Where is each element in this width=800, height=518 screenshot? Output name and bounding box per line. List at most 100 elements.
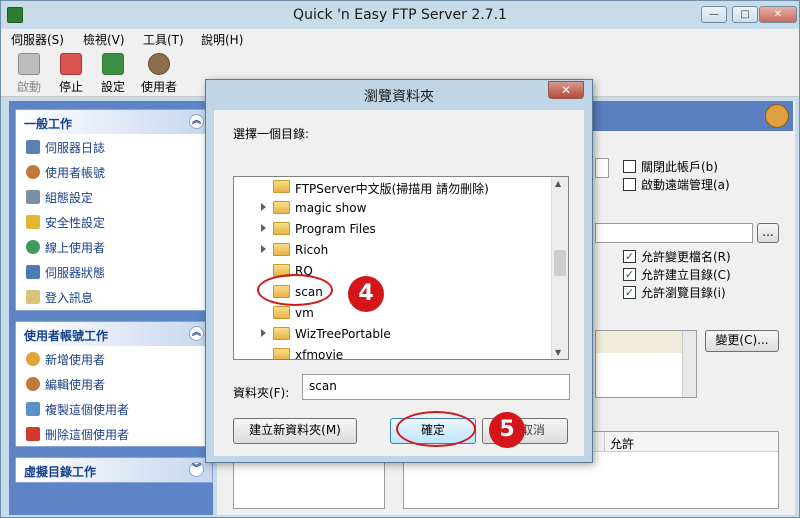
stop-button[interactable]: 停止 (53, 53, 89, 95)
sidebar-item-user-accounts[interactable]: 使用者帳號 (16, 159, 212, 184)
expand-arrow-icon[interactable] (261, 203, 266, 211)
scroll-up-icon[interactable]: ▲ (555, 179, 561, 188)
start-button[interactable]: 啟動 (11, 53, 47, 95)
menu-server[interactable]: 伺服器(S) (11, 31, 64, 48)
tree-item[interactable]: magic show (234, 198, 552, 219)
stop-icon (60, 53, 82, 75)
menu-bar: 伺服器(S) 檢視(V) 工具(T) 說明(H) (1, 29, 799, 49)
home-dir-field[interactable] (595, 223, 753, 243)
virtual-dir-tasks-group: 虛擬目錄工作 ︾ (15, 457, 213, 483)
sidebar-item-online-users[interactable]: 線上使用者 (16, 234, 212, 259)
sidebar-item-label: 伺服器狀態 (45, 266, 106, 280)
allow-mkdir-label: 允許建立目錄(C) (641, 268, 731, 282)
close-button[interactable]: ✕ (759, 6, 797, 23)
sidebar-item-server-log[interactable]: 伺服器日誌 (16, 134, 212, 159)
sidebar-item-label: 安全性設定 (45, 216, 106, 230)
virtual-dir-tasks-title: 虛擬目錄工作 (24, 465, 97, 479)
folder-icon (273, 348, 290, 359)
expand-chevron-icon[interactable]: ︾ (189, 462, 204, 477)
settings-button[interactable]: 設定 (95, 53, 131, 95)
sidebar-item-config[interactable]: 組態設定 (16, 184, 212, 209)
sidebar-item-label: 複製這個使用者 (45, 403, 130, 417)
users-button[interactable]: 使用者 (139, 53, 179, 95)
disable-account-label: 關閉此帳戶(b) (641, 160, 718, 174)
browse-button[interactable]: ... (757, 223, 779, 243)
folder-input[interactable]: scan (302, 374, 570, 400)
tree-item[interactable]: WizTreePortable (234, 324, 552, 345)
sidebar-item-label: 刪除這個使用者 (45, 428, 130, 442)
general-tasks-header[interactable]: 一般工作 ︽ (16, 110, 212, 134)
settings-label: 設定 (100, 80, 125, 94)
tree-item[interactable]: FTPServer中文版(掃描用 請勿刪除) (234, 177, 552, 198)
collapse-chevron-icon[interactable]: ︽ (189, 326, 204, 341)
sidebar-item-login-message[interactable]: 登入訊息 (16, 284, 212, 309)
folder-icon (273, 180, 290, 193)
expand-arrow-icon[interactable] (261, 224, 266, 232)
sidebar-item-delete-user[interactable]: 刪除這個使用者 (16, 421, 212, 446)
dialog-close-button[interactable]: ✕ (548, 81, 584, 99)
tree-item[interactable]: Program Files (234, 219, 552, 240)
step-badge-5: 5 (489, 412, 525, 448)
folder-icon (273, 306, 290, 319)
virtual-dir-tasks-header[interactable]: 虛擬目錄工作 ︾ (16, 458, 212, 482)
allow-browse-checkbox[interactable]: ✓ (623, 286, 636, 299)
scrollbar-thumb[interactable] (554, 250, 566, 276)
ip-list[interactable] (595, 330, 697, 398)
tree-item[interactable]: Ricoh (234, 240, 552, 261)
sidebar-item-label: 使用者帳號 (45, 166, 106, 180)
folder-icon (273, 201, 290, 214)
folder-tree[interactable]: FTPServer中文版(掃描用 請勿刪除) magic show Progra… (233, 176, 569, 360)
tree-item[interactable]: xfmovie (234, 345, 552, 359)
menu-tools[interactable]: 工具(T) (143, 31, 184, 48)
users-icon (765, 104, 789, 128)
account-field[interactable] (595, 158, 609, 178)
user-account-tasks-group: 使用者帳號工作 ︽ 新增使用者 編輯使用者 複製這個使用者 刪除這個使用者 (15, 321, 213, 447)
sidebar-item-add-user[interactable]: 新增使用者 (16, 346, 212, 371)
step-badge-4: 4 (348, 276, 384, 312)
scroll-down-icon[interactable]: ▼ (555, 348, 561, 357)
title-bar[interactable]: Quick 'n Easy FTP Server 2.7.1 — □ ✕ (1, 1, 799, 31)
tree-item[interactable]: vm (234, 303, 552, 324)
copy-user-icon (26, 402, 40, 416)
sidebar-item-copy-user[interactable]: 複製這個使用者 (16, 396, 212, 421)
menu-view[interactable]: 檢視(V) (83, 31, 125, 48)
maximize-button[interactable]: □ (732, 6, 758, 23)
new-folder-button[interactable]: 建立新資料夾(M) (233, 418, 357, 444)
sidebar-item-label: 線上使用者 (45, 241, 106, 255)
callout-circle-scan (257, 274, 333, 306)
log-icon (26, 140, 40, 154)
sidebar-item-edit-user[interactable]: 編輯使用者 (16, 371, 212, 396)
general-tasks-title: 一般工作 (24, 117, 73, 131)
task-sidebar: 一般工作 ︽ 伺服器日誌 使用者帳號 組態設定 安全性設定 線上使用者 伺服器狀… (9, 101, 213, 515)
remote-admin-checkbox[interactable] (623, 178, 636, 191)
sidebar-item-security[interactable]: 安全性設定 (16, 209, 212, 234)
lock-icon (26, 215, 40, 229)
add-user-icon (26, 352, 40, 366)
menu-help[interactable]: 說明(H) (201, 31, 243, 48)
allow-browse-label: 允許瀏覽目錄(i) (641, 286, 726, 300)
tree-scrollbar[interactable]: ▲ ▼ (551, 177, 568, 359)
config-icon (26, 190, 40, 204)
dialog-title[interactable]: 瀏覽資料夾 (206, 80, 592, 108)
message-icon (26, 290, 40, 304)
sidebar-item-label: 組態設定 (45, 191, 94, 205)
folder-icon (273, 222, 290, 235)
disable-account-checkbox[interactable] (623, 160, 636, 173)
remote-admin-label: 啟動遠端管理(a) (641, 178, 730, 192)
change-button[interactable]: 變更(C)... (705, 330, 779, 352)
expand-arrow-icon[interactable] (261, 245, 266, 253)
user-account-tasks-header[interactable]: 使用者帳號工作 ︽ (16, 322, 212, 346)
column-header-allow[interactable]: 允許 (610, 435, 634, 452)
allow-rename-checkbox[interactable]: ✓ (623, 250, 636, 263)
edit-user-icon (26, 377, 40, 391)
settings-icon (102, 53, 124, 75)
stop-label: 停止 (58, 80, 83, 94)
collapse-chevron-icon[interactable]: ︽ (189, 114, 204, 129)
play-icon (18, 53, 40, 75)
expand-arrow-icon[interactable] (261, 329, 266, 337)
callout-circle-ok (396, 411, 476, 447)
sidebar-item-server-status[interactable]: 伺服器狀態 (16, 259, 212, 284)
allow-mkdir-checkbox[interactable]: ✓ (623, 268, 636, 281)
minimize-button[interactable]: — (701, 6, 727, 23)
user-account-tasks-title: 使用者帳號工作 (24, 329, 109, 343)
